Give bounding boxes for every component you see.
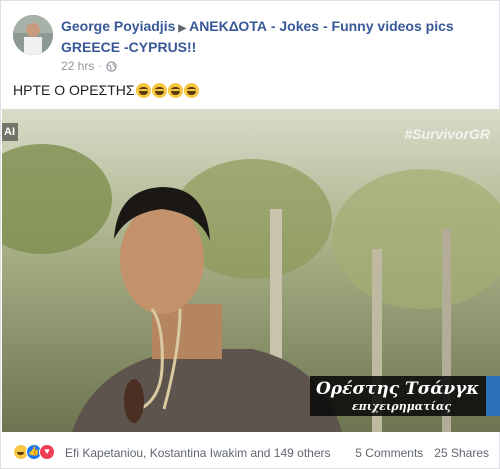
post-footer: 👍 ♥ Efi Kapetaniou, Kostantina Iwakim an… (13, 441, 491, 465)
love-icon: ♥ (39, 444, 55, 460)
engagement-counts: 5 Comments 25 Shares (355, 446, 489, 460)
post-card: George Poyiadjis ▶ ΑΝΕΚΔΟΤΑ - Jokes - Funn… (0, 0, 500, 469)
hashtag-watermark: #SurvivorGR (404, 126, 490, 142)
laughing-emoji-icon (183, 82, 199, 98)
comments-count-link[interactable]: 5 Comments (355, 446, 423, 460)
reaction-icons[interactable]: 👍 ♥ (13, 444, 55, 460)
post-time[interactable]: 22 hrs (61, 59, 94, 73)
lower-third-caption: Ορέστης Τσάνγκ επιχειρηματίας (310, 376, 500, 416)
caret-right-icon: ▶ (178, 23, 187, 34)
author-avatar[interactable] (13, 15, 53, 55)
author-name[interactable]: George Poyiadjis (61, 18, 175, 34)
caption-text: ΗΡΤΕ Ο ΟΡΕΣΤΗΣ (13, 82, 135, 98)
lower-third-name: Ορέστης Τσάνγκ (316, 379, 480, 399)
lower-third-role: επιχειρηματίας (352, 400, 452, 413)
globe-icon (106, 60, 117, 72)
post-meta: 22 hrs · (61, 59, 117, 73)
post-caption: ΗΡΤΕ Ο ΟΡΕΣΤΗΣ (13, 81, 199, 99)
laughing-emoji-icon (151, 82, 167, 98)
author-line: George Poyiadjis ▶ ΑΝΕΚΔΟΤΑ - Jokes - Funn… (61, 17, 481, 57)
separator-dot: · (98, 60, 102, 72)
laughing-emoji-icon (167, 82, 183, 98)
reactors-summary[interactable]: Efi Kapetaniou, Kostantina Iwakim and 14… (65, 446, 331, 460)
lower-third-stripe (486, 376, 500, 416)
laughing-emoji-icon (135, 82, 151, 98)
post-header: George Poyiadjis ▶ ΑΝΕΚΔΟΤΑ - Jokes - Funn… (13, 15, 493, 75)
post-photo[interactable]: ΑΙ #SurvivorGR Ορέστης Τσάνγκ επιχειρημα… (2, 109, 500, 432)
shares-count-link[interactable]: 25 Shares (434, 446, 489, 460)
channel-logo: ΑΙ (2, 123, 18, 141)
